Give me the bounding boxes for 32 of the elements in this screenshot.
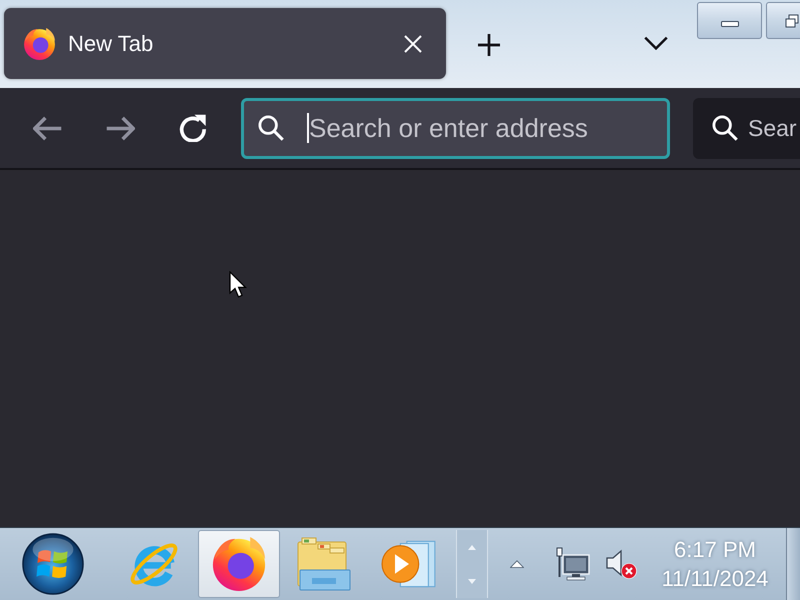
arrow-right-icon: [105, 116, 135, 140]
text-cursor-icon: [307, 113, 309, 143]
search-icon: [712, 115, 738, 141]
fox-logo-icon: [24, 28, 55, 60]
fox-logo-icon: [211, 537, 267, 591]
search-input[interactable]: Sear: [748, 114, 800, 142]
close-icon: [404, 34, 422, 52]
chevron-down-icon: [644, 36, 668, 50]
search-bar[interactable]: Sear: [693, 98, 800, 158]
restore-button[interactable]: [766, 2, 800, 39]
speaker-muted-icon[interactable]: [605, 549, 637, 579]
browser-tab[interactable]: New Tab: [4, 8, 446, 79]
clock-time: 6:17 PM: [674, 536, 756, 564]
caret-down-icon: [468, 578, 476, 584]
show-desktop-button[interactable]: [786, 528, 800, 600]
mouse-pointer-icon: [229, 271, 247, 298]
caret-up-icon: [468, 544, 476, 550]
folder-icon: [296, 537, 352, 591]
address-bar[interactable]: Search or enter address: [241, 98, 670, 158]
caret-up-icon: [510, 560, 524, 568]
restore-icon: [785, 14, 799, 28]
start-button[interactable]: [21, 532, 85, 596]
plus-icon: [478, 34, 500, 56]
address-input[interactable]: Search or enter address: [309, 112, 659, 144]
arrow-left-icon: [33, 116, 63, 140]
minimize-icon: [720, 20, 738, 26]
window-flag-orb-icon: [22, 533, 84, 595]
search-icon: [258, 115, 284, 141]
network-monitor-icon[interactable]: [555, 547, 591, 581]
taskbar-button[interactable]: [198, 530, 280, 598]
clock-date: 11/11/2024: [662, 565, 768, 593]
reload-icon: [178, 114, 206, 142]
